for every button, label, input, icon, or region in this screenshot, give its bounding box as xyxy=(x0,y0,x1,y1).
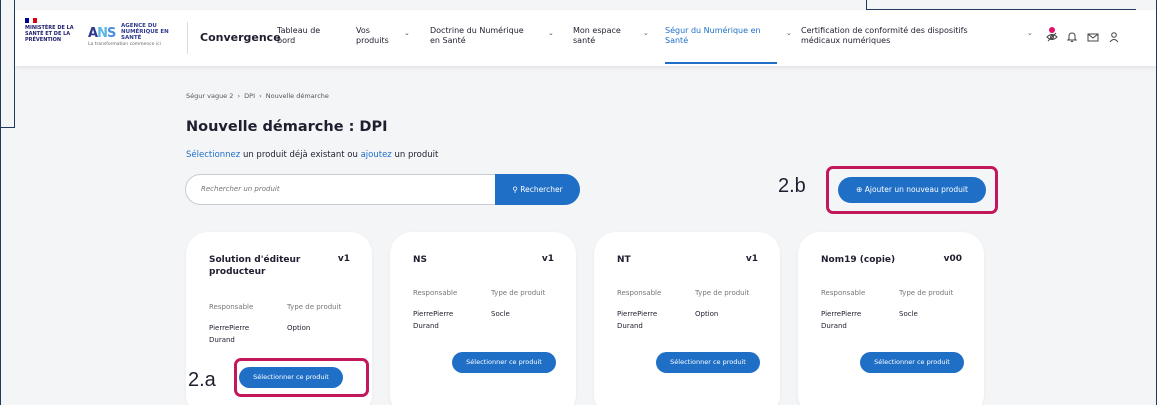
breadcrumb-item[interactable]: Ségur vague 2 xyxy=(186,92,233,100)
annotation-label-2a: 2.a xyxy=(188,369,216,391)
frame-annotation-line xyxy=(866,9,1136,10)
frame-border-left xyxy=(0,0,1,405)
select-link[interactable]: Sélectionnez xyxy=(186,150,240,160)
responsable-label: Responsable xyxy=(821,289,866,297)
responsable-value: PierrePierre Durand xyxy=(413,310,454,330)
product-name: Solution d'éditeur producteur xyxy=(209,255,301,277)
add-link[interactable]: ajoutez xyxy=(361,150,392,160)
responsable-label: Responsable xyxy=(617,289,662,297)
ministry-logo[interactable]: MINISTÈRE DE LA SANTÉ ET DE LA PRÉVENTIO… xyxy=(25,18,85,58)
responsable-value: PierrePierre Durand xyxy=(821,310,862,330)
french-flag-icon xyxy=(25,18,37,23)
product-name: NS xyxy=(413,255,428,265)
product-card: Nom19 (copie) v00 Responsable Type de pr… xyxy=(798,232,984,405)
product-name: NT xyxy=(617,255,631,265)
notification-badge xyxy=(1049,27,1055,33)
frame-annotation-line xyxy=(0,127,15,128)
responsable-value: PierrePierre Durand xyxy=(617,310,658,330)
product-name: Nom19 (copie) xyxy=(821,255,896,265)
brand-name[interactable]: Convergence xyxy=(200,31,281,44)
chevron-down-icon: ⌄ xyxy=(1027,29,1033,37)
user-icon[interactable] xyxy=(1107,31,1121,45)
top-header: MINISTÈRE DE LA SANTÉ ET DE LA PRÉVENTIO… xyxy=(15,10,1156,66)
product-card: NS v1 Responsable Type de produit Pierre… xyxy=(390,232,576,405)
frame-annotation-line xyxy=(14,0,15,128)
nav-mon-espace-sante[interactable]: Mon espace santé ⌄ xyxy=(573,26,649,46)
type-label: Type de produit xyxy=(899,289,954,297)
page-title: Nouvelle démarche : DPI xyxy=(186,119,388,135)
type-value: Socle xyxy=(491,310,510,318)
search-input[interactable] xyxy=(201,185,491,193)
type-value: Option xyxy=(695,310,719,318)
product-version: v1 xyxy=(337,254,350,264)
chevron-down-icon: ⌄ xyxy=(643,29,649,37)
type-label: Type de produit xyxy=(287,303,342,311)
responsable-label: Responsable xyxy=(209,303,254,311)
nav-certification[interactable]: Certification de conformité des disposit… xyxy=(801,26,1033,46)
nav-vos-produits[interactable]: Vos produits ⌄ xyxy=(356,26,410,46)
breadcrumb: Ségur vague 2 › DPI › Nouvelle démarche xyxy=(186,92,331,100)
select-product-button[interactable]: Sélectionner ce produit xyxy=(860,352,964,373)
eye-off-icon[interactable] xyxy=(1045,31,1059,45)
type-value: Option xyxy=(287,324,311,332)
product-card: NT v1 Responsable Type de produit Pierre… xyxy=(594,232,780,405)
product-version: v00 xyxy=(943,254,962,264)
type-label: Type de produit xyxy=(491,289,546,297)
plus-circle-icon: ⊕ xyxy=(856,185,863,194)
mail-icon[interactable] xyxy=(1086,31,1100,45)
ans-logo-icon: ANS xyxy=(88,26,116,41)
select-product-button[interactable]: Sélectionner ce produit xyxy=(656,352,760,373)
chevron-down-icon: ⌄ xyxy=(548,29,554,37)
chevron-down-icon: ⌄ xyxy=(404,29,410,37)
page-subtitle: Sélectionnez un produit déjà existant ou… xyxy=(186,150,439,160)
responsable-value: PierrePierre Durand xyxy=(209,324,250,344)
nav-segur[interactable]: Ségur du Numérique en Santé ⌄ xyxy=(665,26,792,46)
chevron-right-icon: › xyxy=(259,92,262,100)
header-divider xyxy=(187,22,188,54)
select-product-button[interactable]: Sélectionner ce produit xyxy=(452,352,556,373)
ans-logo[interactable]: ANS AGENCE DU NUMÉRIQUE EN SANTÉ La tran… xyxy=(88,22,178,52)
responsable-label: Responsable xyxy=(413,289,458,297)
chevron-right-icon: › xyxy=(237,92,241,100)
bell-icon[interactable] xyxy=(1065,31,1079,45)
add-new-product-button[interactable]: ⊕ Ajouter un nouveau produit xyxy=(838,177,986,203)
breadcrumb-item[interactable]: DPI xyxy=(244,92,255,100)
nav-active-indicator xyxy=(665,62,777,64)
chevron-down-icon: ⌄ xyxy=(786,29,792,37)
type-label: Type de produit xyxy=(695,289,750,297)
breadcrumb-item: Nouvelle démarche xyxy=(265,92,329,100)
search-button[interactable]: ⚲ Rechercher xyxy=(495,174,580,205)
annotation-label-2b: 2.b xyxy=(778,175,806,197)
product-version: v1 xyxy=(541,254,554,264)
search-icon: ⚲ xyxy=(512,185,518,194)
nav-doctrine[interactable]: Doctrine du Numérique en Santé ⌄ xyxy=(430,26,554,46)
nav-tableau-de-bord[interactable]: Tableau de bord xyxy=(277,26,331,46)
annotation-highlight-2a xyxy=(234,358,369,397)
product-version: v1 xyxy=(745,254,758,264)
type-value: Socle xyxy=(899,310,918,318)
